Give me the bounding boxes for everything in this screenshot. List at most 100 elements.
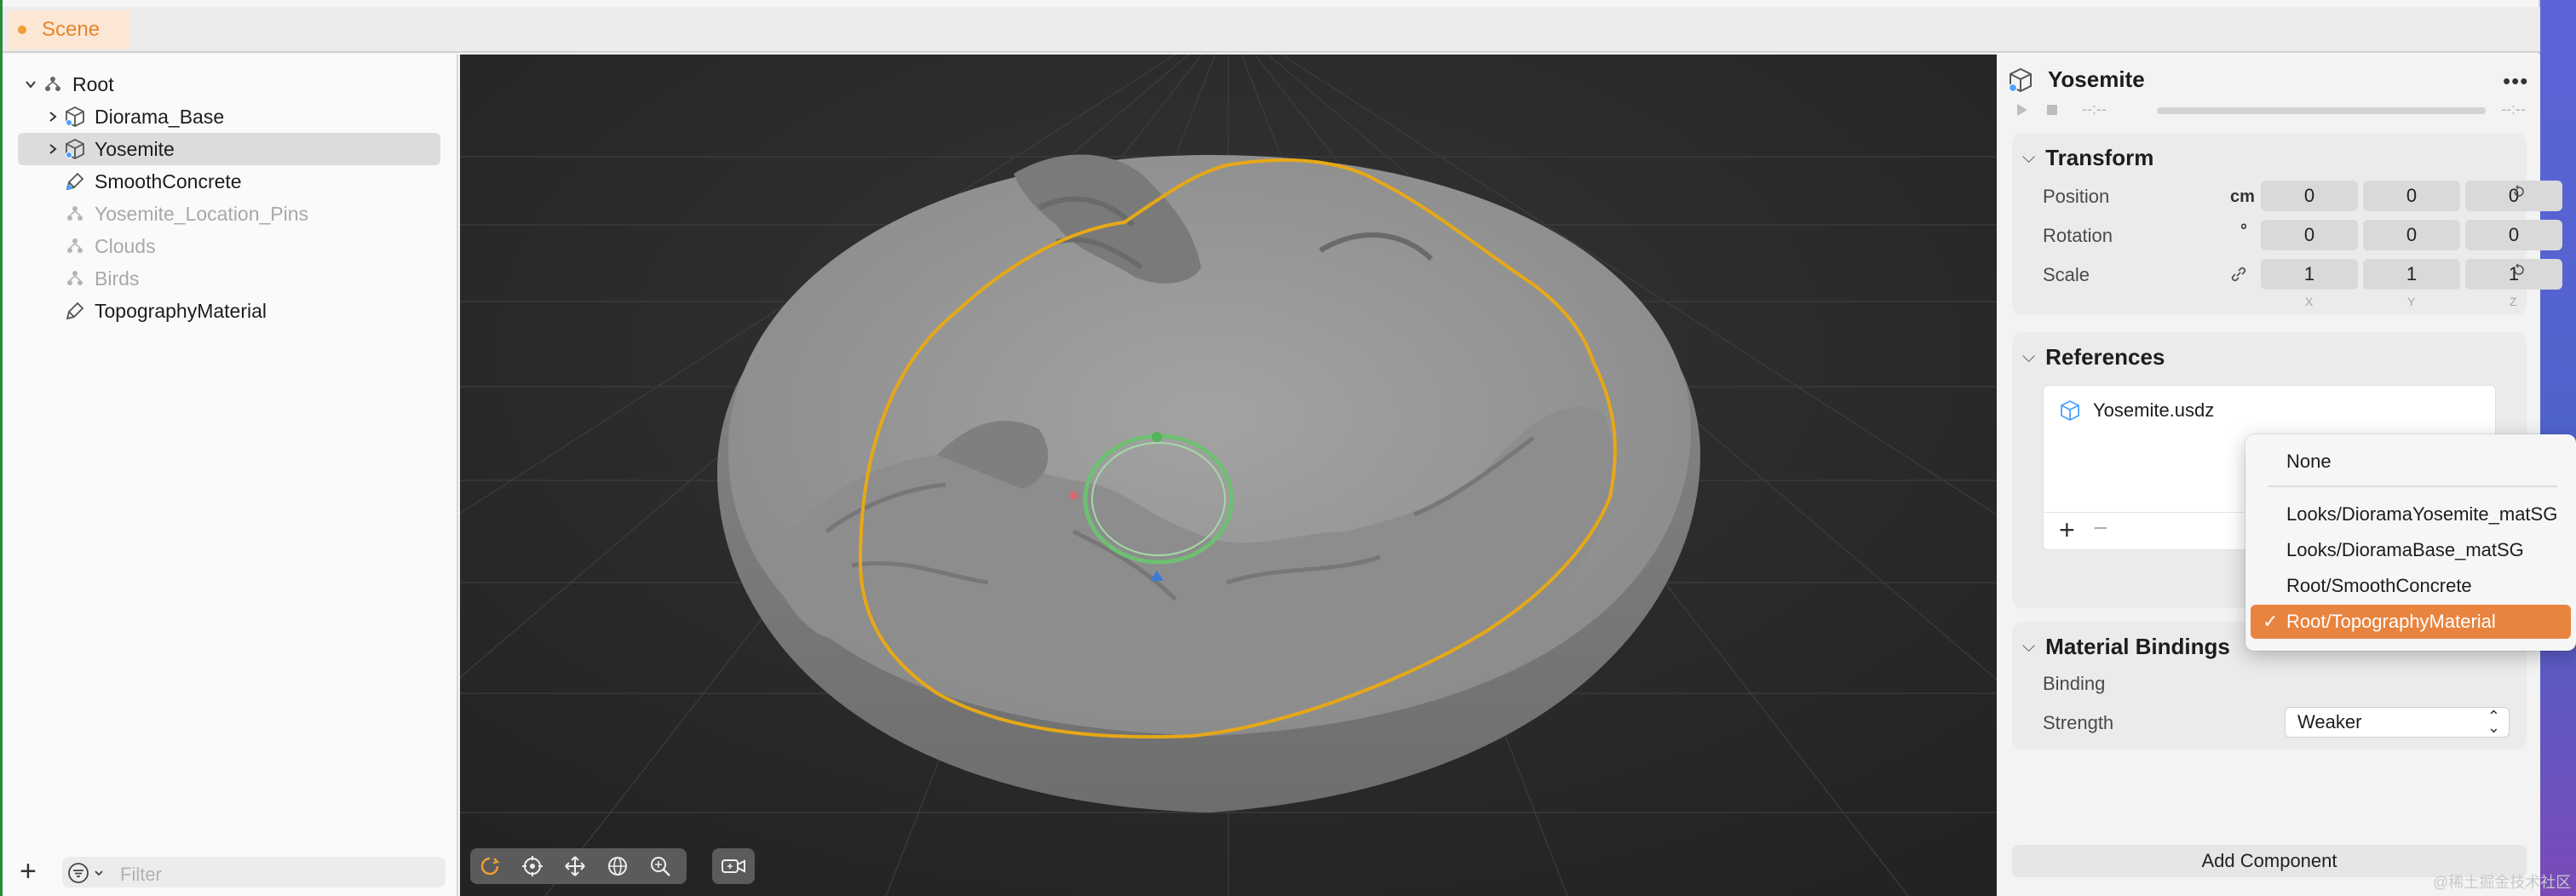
references-header[interactable]: ⌵ References	[2022, 344, 2165, 370]
chevron-down-icon[interactable]	[23, 77, 38, 92]
tree-item-root[interactable]: Root	[3, 68, 458, 101]
scene-render[interactable]	[460, 55, 1997, 896]
tree-item-label: SmoothConcrete	[95, 169, 242, 192]
chevron-down-icon	[95, 870, 103, 876]
chevron-right-icon[interactable]	[45, 141, 60, 157]
remove-reference-button[interactable]: −	[2093, 514, 2108, 543]
group-icon	[42, 73, 64, 95]
tree-item-label: Yosemite	[95, 137, 175, 160]
rotate-globe-icon[interactable]	[605, 853, 630, 879]
tab-bar: Scene	[3, 7, 2540, 53]
tree-item-diorama-base[interactable]: Diorama_Base	[3, 101, 458, 133]
reference-filename: Yosemite.usdz	[2093, 399, 2215, 421]
position-unit[interactable]: cm	[2230, 187, 2255, 207]
checkmark-icon: ✓	[2263, 611, 2279, 632]
binding-label: Binding	[2043, 673, 2106, 694]
zoom-icon[interactable]	[647, 853, 673, 879]
strength-select[interactable]: Weaker ⌃ ⌄	[2285, 707, 2510, 738]
reset-scale-icon[interactable]	[2511, 262, 2527, 278]
model-icon	[64, 106, 86, 128]
translate-arrows-icon[interactable]	[562, 853, 588, 879]
group-icon	[64, 267, 86, 290]
section-title: References	[2045, 344, 2165, 370]
rotation-unit: °	[2240, 221, 2247, 240]
axis-y-label: Y	[2407, 295, 2416, 308]
usdz-file-icon	[2061, 399, 2079, 422]
rotation-z-field[interactable]: 0	[2465, 220, 2562, 250]
model-icon	[2008, 67, 2032, 93]
menu-item-dioramayosemite[interactable]: Looks/DioramaYosemite_matSG	[2251, 497, 2571, 531]
add-reference-button[interactable]: +	[2059, 514, 2075, 546]
rotation-x-field[interactable]: 0	[2261, 220, 2358, 250]
transform-section: ⌵ Transform Position cm 0 0 0 Rotation °…	[2012, 133, 2562, 315]
navigator-footer: + Filter	[3, 848, 458, 896]
tree-item-birds[interactable]: Birds	[3, 262, 458, 295]
watermark: @稀土掘金技术社区	[2433, 874, 2572, 891]
3d-viewport[interactable]	[460, 55, 1997, 896]
menu-item-smoothconcrete[interactable]: Root/SmoothConcrete	[2251, 569, 2571, 603]
tree-item-label: Root	[72, 72, 114, 95]
transform-header[interactable]: ⌵ Transform	[2022, 145, 2153, 171]
filter-input[interactable]: Filter	[120, 864, 162, 886]
reset-position-icon[interactable]	[2511, 184, 2527, 199]
orbit-tool-icon[interactable]	[477, 853, 503, 879]
reference-item[interactable]: Yosemite.usdz	[2059, 399, 2214, 422]
menu-separator	[2268, 485, 2557, 487]
viewport-toolbar	[470, 848, 687, 884]
menu-item-topographymaterial[interactable]: ✓ Root/TopographyMaterial	[2251, 605, 2571, 639]
position-y-field[interactable]: 0	[2363, 181, 2460, 211]
play-icon[interactable]	[2014, 102, 2029, 118]
time-elapsed: --:--	[2082, 101, 2107, 118]
position-x-field[interactable]: 0	[2261, 181, 2358, 211]
camera-button[interactable]	[712, 848, 755, 884]
tree-item-yosemite-location-pins[interactable]: Yosemite_Location_Pins	[3, 198, 458, 230]
chevron-down-icon: ⌵	[2022, 148, 2036, 167]
rotation-y-field[interactable]: 0	[2363, 220, 2460, 250]
material-bindings-header[interactable]: ⌵ Material Bindings	[2022, 634, 2230, 660]
tab-scene[interactable]: Scene	[8, 10, 130, 49]
tree-item-label: Yosemite_Location_Pins	[95, 202, 309, 225]
more-options-icon[interactable]: •••	[2503, 68, 2528, 95]
tab-label: Scene	[42, 18, 101, 41]
link-icon[interactable]	[2228, 264, 2249, 284]
tree-item-label: Clouds	[95, 234, 156, 257]
scale-y-field[interactable]: 1	[2363, 259, 2460, 290]
time-total: --:--	[2501, 101, 2526, 118]
tree-item-label: TopographyMaterial	[95, 299, 267, 322]
tree-item-clouds[interactable]: Clouds	[3, 230, 458, 262]
group-icon	[64, 235, 86, 257]
material-icon	[64, 170, 86, 192]
stop-icon[interactable]	[2044, 102, 2060, 118]
chevron-right-icon[interactable]	[45, 109, 60, 124]
timeline-scrubber[interactable]	[2157, 107, 2486, 114]
menu-item-dioramabase[interactable]: Looks/DioramaBase_matSG	[2251, 533, 2571, 567]
strength-value: Weaker	[2297, 711, 2362, 732]
section-title: Material Bindings	[2045, 634, 2230, 659]
tree-item-yosemite[interactable]: Yosemite	[3, 133, 458, 165]
tree-item-label: Birds	[95, 267, 140, 290]
material-icon	[64, 300, 86, 322]
app-root: Scene Root Diorama_Base Yosemite SmoothC…	[0, 0, 2576, 896]
tree-item-smoothconcrete[interactable]: SmoothConcrete	[3, 165, 458, 198]
menu-item-none[interactable]: None	[2251, 445, 2571, 479]
filter-options-button[interactable]	[67, 860, 113, 886]
chevron-down-icon: ⌵	[2022, 637, 2036, 656]
tree-item-topographymaterial[interactable]: TopographyMaterial	[3, 295, 458, 327]
position-label: Position	[2043, 186, 2110, 207]
filter-icon	[68, 863, 89, 883]
axis-z-label: Z	[2510, 295, 2517, 308]
strength-label: Strength	[2043, 712, 2114, 733]
tree-item-label: Diorama_Base	[95, 105, 225, 128]
inspector-title: Yosemite	[2048, 66, 2145, 92]
rotation-label: Rotation	[2043, 225, 2113, 246]
binding-dropdown-menu: None Looks/DioramaYosemite_matSG Looks/D…	[2245, 434, 2576, 651]
unsaved-dot-icon	[18, 26, 26, 34]
menu-item-label: Root/TopographyMaterial	[2286, 611, 2496, 632]
chevron-down-icon: ⌵	[2022, 347, 2036, 366]
scale-x-field[interactable]: 1	[2261, 259, 2358, 290]
add-entity-button[interactable]: +	[20, 857, 37, 886]
section-title: Transform	[2045, 145, 2154, 170]
model-icon	[64, 138, 86, 160]
move-target-icon[interactable]	[520, 853, 545, 879]
group-icon	[64, 203, 86, 225]
